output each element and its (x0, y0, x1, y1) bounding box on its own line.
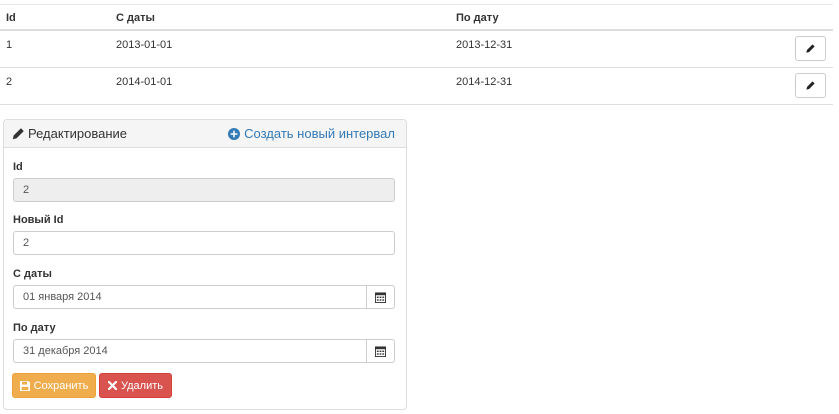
panel-title-text: Редактирование (28, 126, 128, 141)
save-button[interactable]: Сохранить (12, 373, 96, 398)
row-from-date: 2014-01-01 (116, 76, 173, 88)
column-header-id: Id (6, 12, 16, 24)
column-header-from: С даты (116, 12, 155, 24)
panel-header: Редактирование Создать новый интервал (4, 120, 406, 148)
table-row: 1 2013-01-01 2013-12-31 (0, 31, 833, 68)
calendar-icon (375, 291, 386, 303)
row-id: 1 (6, 39, 13, 51)
new-id-label: Новый Id (13, 214, 64, 226)
pencil-icon (806, 81, 815, 90)
to-date-label: По дату (13, 322, 56, 334)
from-date-field[interactable]: 01 января 2014 (13, 285, 367, 309)
create-new-interval-link[interactable]: Создать новый интервал (228, 126, 395, 141)
edit-panel: Редактирование Создать новый интервал Id… (3, 119, 407, 410)
row-to-date: 2014-12-31 (456, 76, 513, 88)
delete-button-label: Удалить (121, 379, 163, 392)
id-field: 2 (13, 178, 395, 202)
plus-circle-icon (228, 127, 241, 140)
to-date-calendar-button[interactable] (366, 339, 395, 363)
row-from-date: 2013-01-01 (116, 39, 173, 51)
to-date-field[interactable]: 31 декабря 2014 (13, 339, 367, 363)
pencil-icon (806, 44, 815, 53)
intervals-table: Id С даты По дату 1 2013-01-01 2013-12-3… (0, 4, 833, 105)
table-row: 2 2014-01-01 2014-12-31 (0, 68, 833, 105)
table-header: Id С даты По дату (0, 4, 833, 31)
column-header-to: По дату (456, 12, 499, 24)
delete-button[interactable]: Удалить (99, 373, 172, 398)
edit-row-button[interactable] (795, 73, 826, 98)
calendar-icon (375, 345, 386, 357)
new-id-field[interactable]: 2 (13, 231, 395, 255)
id-label: Id (13, 161, 23, 173)
floppy-disk-icon (19, 380, 30, 391)
save-button-label: Сохранить (33, 379, 89, 392)
row-id: 2 (6, 76, 13, 88)
remove-icon (108, 381, 117, 390)
edit-row-button[interactable] (795, 36, 826, 61)
create-new-interval-label: Создать новый интервал (244, 126, 395, 141)
from-date-calendar-button[interactable] (366, 285, 395, 309)
pencil-icon (12, 128, 24, 140)
row-to-date: 2013-12-31 (456, 39, 513, 51)
panel-title: Редактирование (12, 126, 127, 141)
from-date-label: С даты (13, 268, 52, 280)
